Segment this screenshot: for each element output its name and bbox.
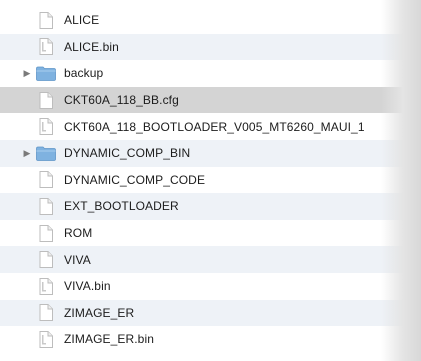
file-name: CKT60A_118_BB.cfg xyxy=(64,93,179,108)
file-name: EXT_BOOTLOADER xyxy=(64,199,179,214)
file-name: ALICE xyxy=(64,13,100,28)
file-name: ROM xyxy=(64,226,93,241)
file-list-row[interactable]: ALICE xyxy=(0,7,421,34)
file-name: DYNAMIC_COMP_CODE xyxy=(64,172,206,187)
disclosure-triangle-icon[interactable]: ▶ xyxy=(20,68,34,79)
file-list-row[interactable]: ALICE.bin xyxy=(0,33,421,61)
file-name: ZIMAGE_ER xyxy=(64,305,135,320)
document-icon xyxy=(36,91,56,109)
document-icon xyxy=(36,197,56,215)
folder-icon xyxy=(36,144,56,162)
finder-window: ALICE ALICE.bin ▶ backup CKT60A_118_BB.cfg CK… xyxy=(0,0,421,361)
file-name: CKT60A_118_BOOTLOADER_V005_MT6260_MAUI_1 xyxy=(64,119,365,134)
document-icon xyxy=(36,171,56,189)
file-list: ALICE ALICE.bin ▶ backup CKT60A_118_BB.cfg CK… xyxy=(0,7,421,353)
document-icon xyxy=(36,304,56,322)
binary-file-icon xyxy=(36,118,56,136)
file-name: DYNAMIC_COMP_BIN xyxy=(64,146,191,161)
folder-icon xyxy=(36,64,56,82)
disclosure-triangle-icon[interactable]: ▶ xyxy=(20,148,34,159)
document-icon xyxy=(36,224,56,242)
file-list-row[interactable]: ▶ backup xyxy=(0,60,421,87)
file-list-row[interactable]: ZIMAGE_ER xyxy=(0,299,421,327)
file-name: backup xyxy=(64,66,104,81)
file-list-row[interactable]: CKT60A_118_BB.cfg xyxy=(0,86,421,114)
file-list-row[interactable]: VIVA.bin xyxy=(0,273,421,300)
binary-file-icon xyxy=(36,330,56,348)
file-list-row[interactable]: DYNAMIC_COMP_CODE xyxy=(0,167,421,194)
binary-file-icon xyxy=(36,38,56,56)
binary-file-icon xyxy=(36,277,56,295)
file-name: ZIMAGE_ER.bin xyxy=(64,332,154,347)
file-name: VIVA xyxy=(64,252,91,267)
file-list-row[interactable]: CKT60A_118_BOOTLOADER_V005_MT6260_MAUI_1 xyxy=(0,113,421,140)
file-list-row[interactable]: ROM xyxy=(0,220,421,247)
file-list-row[interactable]: ZIMAGE_ER.bin xyxy=(0,326,421,353)
file-list-row[interactable]: ▶ DYNAMIC_COMP_BIN xyxy=(0,139,421,167)
file-name: ALICE.bin xyxy=(64,39,119,54)
document-icon xyxy=(36,11,56,29)
document-icon xyxy=(36,251,56,269)
file-list-row[interactable]: EXT_BOOTLOADER xyxy=(0,193,421,220)
file-list-row[interactable]: VIVA xyxy=(0,246,421,273)
file-name: VIVA.bin xyxy=(64,279,111,294)
